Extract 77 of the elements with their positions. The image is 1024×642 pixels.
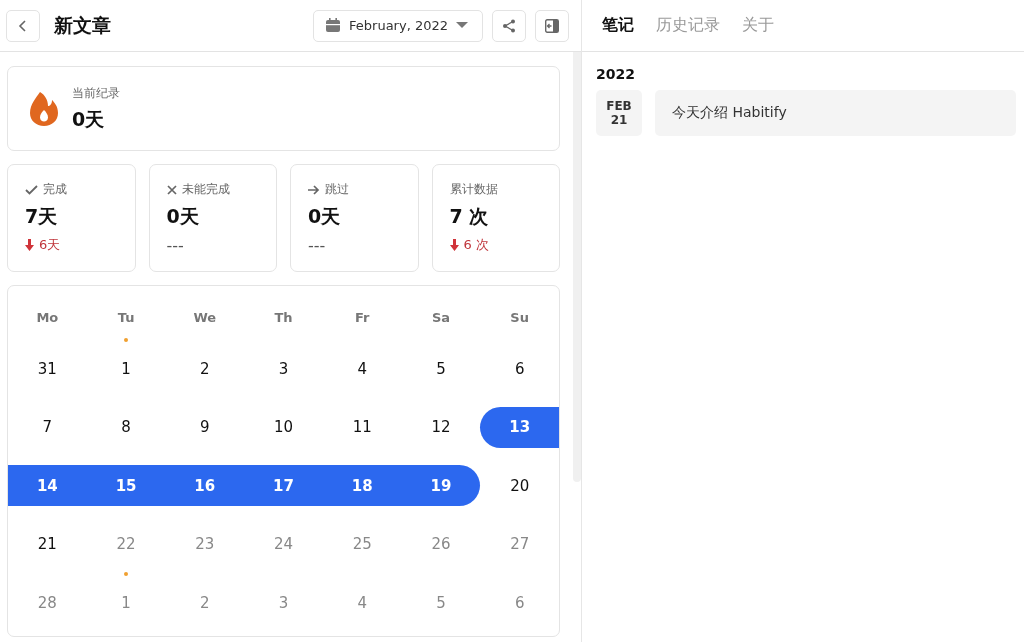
stat-change: 6天 <box>39 236 61 254</box>
calendar-day[interactable]: 22 <box>86 523 166 565</box>
calendar-day[interactable]: 12 <box>401 406 481 448</box>
calendar-day[interactable]: 7 <box>8 406 87 448</box>
calendar-day[interactable]: 2 <box>165 582 245 624</box>
tab[interactable]: 历史记录 <box>646 15 730 36</box>
calendar-day[interactable]: 5 <box>401 582 481 624</box>
calendar-day[interactable]: 14 <box>8 465 87 507</box>
calendar-day[interactable]: 17 <box>244 465 323 507</box>
calendar-day[interactable]: 6 <box>480 582 559 624</box>
calendar-day[interactable]: 28 <box>8 582 87 624</box>
calendar-day[interactable]: 24 <box>244 523 323 565</box>
calendar-day[interactable]: 6 <box>480 348 559 389</box>
arrow-right-icon <box>308 184 320 195</box>
calendar-day[interactable]: 11 <box>322 406 402 448</box>
calendar-day[interactable]: 20 <box>480 465 559 507</box>
stat-change: --- <box>308 236 326 255</box>
weekday-label: Sa <box>430 310 451 327</box>
calendar-day[interactable]: 21 <box>8 523 87 565</box>
flame-icon <box>30 91 58 126</box>
year-heading: 2022 <box>596 66 636 82</box>
stat-value: 7 次 <box>449 204 490 229</box>
calendar-day[interactable]: 3 <box>244 582 323 624</box>
calendar-day[interactable]: 26 <box>401 523 481 565</box>
calendar-day[interactable]: 13 <box>480 406 559 448</box>
check-icon <box>25 184 38 195</box>
calendar-day[interactable]: 1 <box>86 582 166 624</box>
weekday-label: Th <box>273 310 294 327</box>
calendar-day[interactable]: 1 <box>86 348 166 389</box>
stat-label: 跳过 <box>325 181 349 198</box>
stat-change: 6 次 <box>463 236 489 254</box>
stat-label: 未能完成 <box>181 181 230 198</box>
calendar-day[interactable]: 9 <box>165 406 245 448</box>
back-icon <box>18 18 28 33</box>
stat-change: --- <box>166 236 184 255</box>
note-item[interactable]: 今天介绍 Habitify <box>655 90 1016 136</box>
page-title: 新文章 <box>54 12 111 38</box>
month-picker[interactable]: February, 2022 <box>313 9 483 42</box>
weekday-label: We <box>192 310 218 327</box>
calendar-day[interactable]: 31 <box>8 348 87 389</box>
calendar-day[interactable]: 27 <box>480 523 559 565</box>
tab[interactable]: 关于 <box>732 15 784 36</box>
stat-label: 累计数据 <box>449 181 498 198</box>
weekday-label: Mo <box>35 310 60 327</box>
calendar-day[interactable]: 3 <box>244 348 323 389</box>
calendar-day[interactable]: 4 <box>322 582 402 624</box>
calendar-day[interactable]: 8 <box>86 406 166 448</box>
caret-icon <box>456 22 468 29</box>
close-icon <box>166 184 177 195</box>
share-icon <box>502 18 516 33</box>
calendar-day[interactable]: 5 <box>401 348 481 389</box>
panel-toggle-button[interactable] <box>535 9 569 42</box>
calendar-day[interactable]: 23 <box>165 523 245 565</box>
calendar-day[interactable]: 19 <box>401 465 481 507</box>
note-day: 21 <box>610 113 628 127</box>
stat-value: 7天 <box>25 204 59 229</box>
stat-value: 0天 <box>166 204 200 229</box>
note-month: FEB <box>606 99 632 113</box>
calendar-day[interactable]: 25 <box>322 523 402 565</box>
weekday-label: Fr <box>354 310 371 327</box>
calendar-icon <box>325 18 342 33</box>
sidebar-icon <box>545 18 559 33</box>
calendar-day[interactable]: 4 <box>322 348 402 389</box>
stat-value: 0天 <box>308 204 342 229</box>
streak-value: 0天 <box>72 106 106 132</box>
weekday-label: Tu <box>116 310 136 327</box>
calendar-day[interactable]: 15 <box>86 465 166 507</box>
calendar-day[interactable]: 16 <box>165 465 245 507</box>
weekday-label: Su <box>509 310 530 327</box>
tab[interactable]: 笔记 <box>592 15 644 36</box>
calendar-day[interactable]: 10 <box>244 406 323 448</box>
share-button[interactable] <box>492 9 526 42</box>
calendar-day[interactable]: 2 <box>165 348 245 389</box>
calendar-day[interactable]: 18 <box>322 465 402 507</box>
stat-label: 完成 <box>43 181 67 198</box>
scrollbar[interactable] <box>573 52 581 482</box>
streak-label: 当前纪录 <box>72 84 120 102</box>
